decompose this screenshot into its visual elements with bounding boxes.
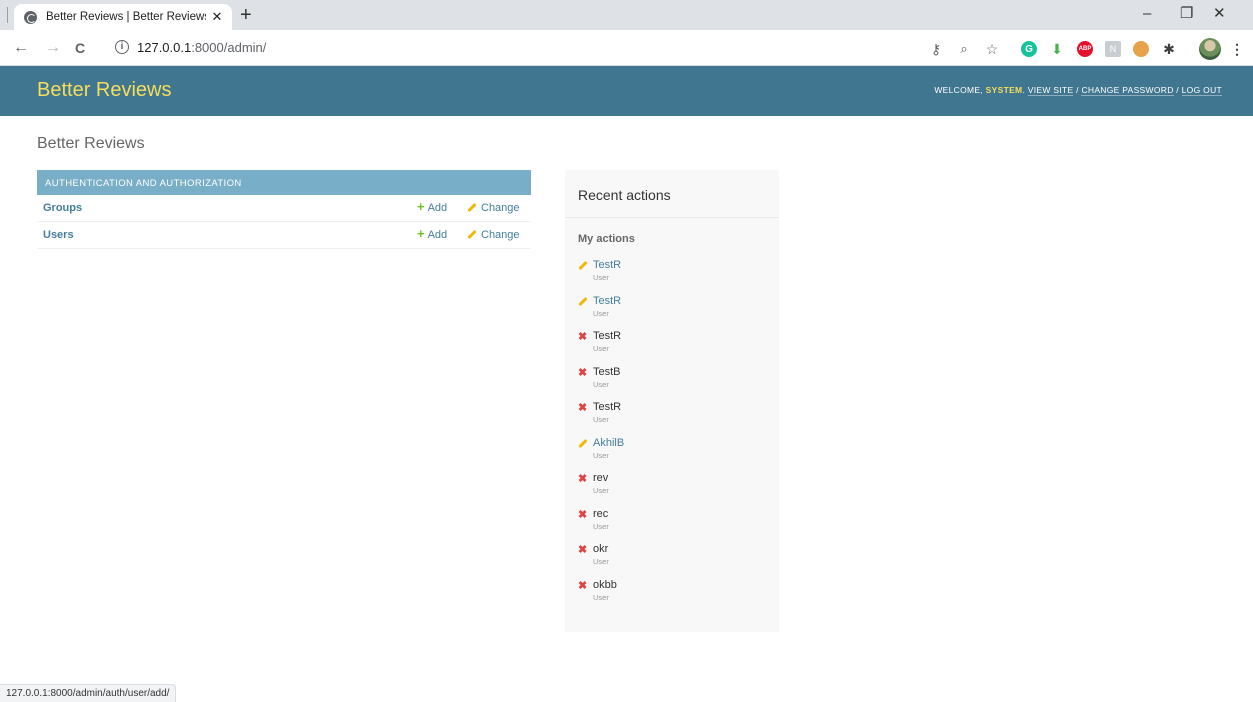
address-bar[interactable]: i 127.0.0.1:8000/admin/	[103, 35, 923, 61]
delete-x-icon: ✖	[578, 366, 588, 379]
url-text[interactable]: 127.0.0.1:8000/admin/	[137, 40, 266, 55]
close-window-button[interactable]: ✕	[1213, 4, 1226, 24]
zoom-icon[interactable]: ⌕	[956, 41, 972, 57]
app-module-caption[interactable]: Authentication and Authorization	[37, 170, 531, 195]
cookie-icon[interactable]	[1133, 41, 1149, 57]
menu-icon[interactable]: ⋮	[1229, 41, 1245, 57]
browser-toolbar: ← → C i 127.0.0.1:8000/admin/	[0, 30, 1253, 66]
recent-actions-title: Recent actions	[578, 187, 671, 203]
action-list: TestR User TestR User ✖ TestR User ✖ TestB User ✖ T…	[578, 259, 768, 614]
reload-button[interactable]: C	[75, 38, 85, 58]
add-groups-link[interactable]: + Add	[417, 199, 447, 214]
extension-icon[interactable]: N	[1105, 41, 1121, 57]
delete-x-icon: ✖	[578, 579, 588, 592]
divider	[565, 217, 779, 218]
action-object-type: User	[593, 592, 609, 602]
close-tab-icon[interactable]: ✕	[206, 9, 228, 25]
browser-tab-strip: Better Reviews | Better Reviews ✕ + – ❐ …	[0, 0, 1253, 30]
pencil-icon	[467, 202, 477, 212]
action-object-name: TestR	[593, 330, 622, 342]
delete-x-icon: ✖	[578, 473, 588, 485]
action-object-type: User	[593, 308, 609, 318]
action-object-type: User	[593, 415, 609, 424]
download-extension-icon[interactable]: ⬇	[1049, 41, 1065, 57]
restore-button[interactable]: ❐	[1180, 4, 1193, 24]
forward-button[interactable]: →	[45, 38, 61, 58]
list-item: ✖ okbb User	[578, 579, 768, 615]
action-object-name: TestR	[593, 401, 622, 413]
action-object-type: User	[593, 486, 609, 495]
new-tab-button[interactable]: +	[240, 3, 252, 27]
globe-icon	[24, 10, 37, 24]
tab-title: Better Reviews | Better Reviews	[46, 11, 206, 23]
back-button[interactable]: ←	[13, 38, 29, 58]
list-item: ✖ TestR User	[578, 401, 768, 437]
delete-x-icon: ✖	[578, 402, 588, 414]
action-object-name: rec	[593, 507, 609, 520]
change-users-link[interactable]: Change	[467, 229, 520, 241]
browser-tab[interactable]: Better Reviews | Better Reviews ✕	[14, 4, 232, 30]
site-info-icon[interactable]: i	[115, 40, 129, 54]
welcome-text: Welcome,	[934, 85, 986, 95]
plus-icon: +	[417, 199, 425, 214]
model-link-groups[interactable]: Groups	[43, 202, 82, 214]
list-item: ✖ rec User	[578, 508, 768, 544]
change-groups-link[interactable]: Change	[467, 202, 520, 214]
recent-actions-panel: Recent actions My actions TestR User TestR…	[565, 170, 779, 632]
list-item: ✖ TestR User	[578, 330, 768, 366]
plus-icon: +	[417, 226, 425, 241]
action-object-name: okbb	[593, 578, 617, 591]
delete-x-icon: ✖	[578, 544, 588, 556]
username: system	[985, 85, 1023, 95]
site-branding[interactable]: Better Reviews	[37, 79, 172, 102]
action-object-type: User	[593, 273, 609, 282]
app-module-auth: Authentication and Authorization Groups …	[37, 170, 531, 249]
my-actions-heading: My actions	[578, 233, 635, 245]
profile-avatar[interactable]	[1199, 38, 1221, 60]
list-item: TestR User	[578, 259, 768, 295]
pencil-icon	[578, 438, 588, 449]
model-link-users[interactable]: Users	[43, 229, 74, 241]
page-title: Better Reviews	[37, 135, 145, 152]
action-object-name: rev	[593, 472, 609, 484]
tab-strip-divider	[7, 7, 8, 23]
action-object-type: User	[593, 379, 609, 389]
action-object-name[interactable]: TestR	[593, 259, 621, 271]
log-out-link[interactable]: Log out	[1181, 85, 1222, 96]
adblock-icon[interactable]: ABP	[1077, 41, 1093, 57]
list-item: ✖ rev User	[578, 472, 768, 508]
grammarly-icon[interactable]: G	[1021, 41, 1037, 57]
add-users-link[interactable]: + Add	[417, 226, 447, 241]
status-bar: 127.0.0.1:8000/admin/auth/user/add/	[0, 684, 177, 702]
action-object-type: User	[593, 344, 609, 353]
pencil-icon	[578, 260, 588, 271]
delete-x-icon: ✖	[578, 508, 588, 521]
view-site-link[interactable]: View site	[1027, 85, 1074, 96]
action-object-name: TestB	[593, 365, 621, 378]
key-icon[interactable]: ⚷	[928, 41, 944, 57]
model-row-groups: Groups + Add Change	[37, 195, 531, 222]
extensions-puzzle-icon[interactable]: ✱	[1161, 41, 1177, 57]
action-object-name: okr	[593, 543, 609, 555]
action-object-name[interactable]: AkhilB	[593, 437, 624, 449]
list-item: AkhilB User	[578, 437, 768, 473]
change-password-link[interactable]: Change password	[1081, 85, 1174, 96]
pencil-icon	[578, 296, 588, 307]
action-object-type: User	[593, 521, 609, 531]
action-object-type: User	[593, 450, 609, 460]
action-object-name[interactable]: TestR	[593, 295, 621, 307]
delete-x-icon: ✖	[578, 331, 588, 343]
minimize-button[interactable]: –	[1143, 4, 1151, 24]
pencil-icon	[467, 229, 477, 239]
bookmark-star-icon[interactable]: ☆	[984, 41, 1000, 57]
user-tools: Welcome, system. View site / Change pass…	[934, 85, 1222, 96]
action-object-type: User	[593, 557, 609, 566]
model-row-users: Users + Add Change	[37, 222, 531, 249]
list-item: ✖ okr User	[578, 543, 768, 579]
admin-header: Better Reviews Welcome, system. View sit…	[0, 66, 1253, 116]
list-item: TestR User	[578, 295, 768, 331]
list-item: ✖ TestB User	[578, 366, 768, 402]
